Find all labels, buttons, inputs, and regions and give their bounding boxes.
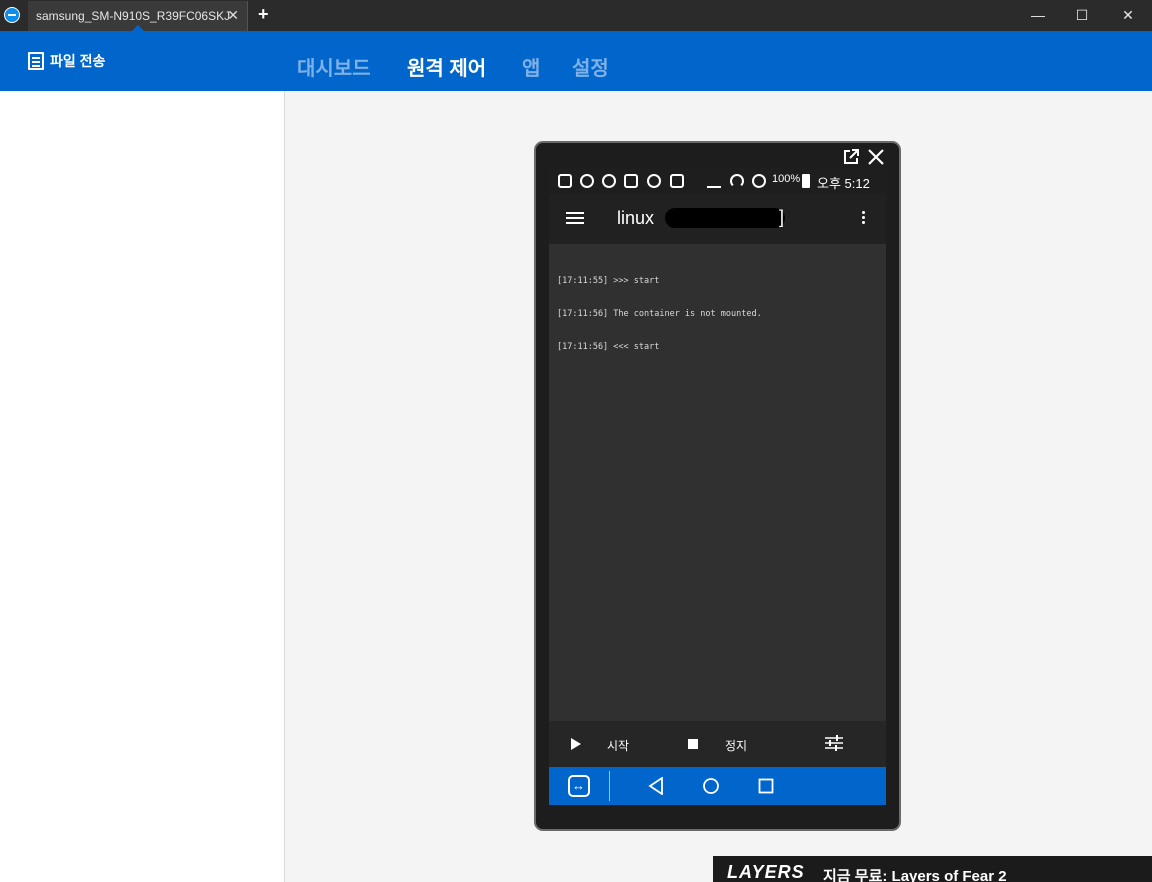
nav-dashboard[interactable]: 대시보드 — [297, 52, 371, 81]
recents-icon[interactable] — [758, 778, 774, 794]
teamviewer-status-icon-2 — [670, 174, 684, 188]
home-icon[interactable] — [702, 777, 720, 795]
session-tab-label: samsung_SM-N910S_R39FC06SKJ — [36, 9, 231, 23]
file-transfer-button[interactable]: 파일 전송 — [28, 51, 105, 71]
app-title: linux — [617, 208, 655, 228]
app-toolbar: linux ] — [549, 194, 886, 244]
blocked-icon — [752, 174, 766, 188]
close-window-button[interactable]: ✕ — [1105, 0, 1151, 31]
log-line: [17:11:56] The container is not mounted. — [557, 309, 762, 319]
file-transfer-icon — [28, 52, 44, 70]
device-screen[interactable]: 100% 오후 5:12 linux ] [17:11:55] >>> star… — [549, 168, 886, 805]
battery-percent: 100% — [772, 173, 801, 185]
file-transfer-label: 파일 전송 — [50, 53, 106, 69]
battery-icon — [802, 174, 810, 188]
title-bracket-close: ] — [779, 207, 785, 227]
session-tab[interactable]: samsung_SM-N910S_R39FC06SKJ ✕ — [28, 1, 248, 31]
action-bar: 시작 정지 — [549, 721, 886, 767]
ad-text: 지금 무료: Layers of Fear 2 — [823, 868, 1007, 882]
nav-remote-control[interactable]: 원격 제어 — [407, 52, 486, 81]
do-not-disturb-icon — [580, 174, 594, 188]
eye-icon — [602, 174, 616, 188]
teamviewer-quick-icon[interactable] — [568, 775, 590, 797]
main-navbar: 파일 전송 대시보드 원격 제어 앱 설정 — [0, 31, 1152, 91]
close-device-icon[interactable] — [867, 148, 885, 166]
wifi-icon — [730, 174, 744, 188]
nav-apps[interactable]: 앱 — [522, 52, 540, 81]
log-line: [17:11:56] <<< start — [557, 342, 660, 352]
stop-icon[interactable] — [688, 739, 698, 749]
new-tab-button[interactable]: + — [258, 4, 269, 25]
hamburger-menu-icon[interactable] — [566, 212, 584, 214]
teamviewer-app-icon — [4, 7, 20, 23]
ad-banner[interactable]: LAYERS 지금 무료: Layers of Fear 2 — [713, 856, 1152, 882]
mute-icon — [707, 174, 721, 188]
log-output: [17:11:55] >>> start [17:11:56] The cont… — [557, 254, 762, 375]
nav-divider — [609, 771, 610, 801]
start-button-label[interactable]: 시작 — [607, 737, 629, 754]
stop-button-label[interactable]: 정지 — [725, 737, 747, 754]
status-time: 오후 5:12 — [817, 176, 870, 191]
tab-close-icon[interactable]: ✕ — [227, 7, 239, 24]
maximize-button[interactable]: ☐ — [1059, 0, 1105, 31]
device-frame: 100% 오후 5:12 linux ] [17:11:55] >>> star… — [534, 141, 901, 831]
cup-icon — [647, 174, 661, 188]
redacted-region — [665, 208, 785, 228]
more-options-icon[interactable] — [862, 211, 865, 214]
window-titlebar: samsung_SM-N910S_R39FC06SKJ ✕ + — ☐ ✕ — [0, 0, 1152, 31]
android-nav-bar — [549, 767, 886, 805]
message-icon — [558, 174, 572, 188]
ad-logo: LAYERS — [727, 862, 805, 882]
minimize-button[interactable]: — — [1015, 0, 1061, 31]
teamviewer-status-icon — [624, 174, 638, 188]
left-sidebar — [0, 91, 285, 882]
nav-settings[interactable]: 설정 — [572, 52, 609, 81]
android-status-bar: 100% 오후 5:12 — [549, 168, 886, 194]
log-line: [17:11:55] >>> start — [557, 276, 660, 286]
back-icon[interactable] — [648, 777, 664, 795]
popout-icon[interactable] — [843, 149, 859, 165]
play-icon[interactable] — [571, 738, 581, 750]
tune-settings-icon[interactable] — [825, 735, 843, 751]
